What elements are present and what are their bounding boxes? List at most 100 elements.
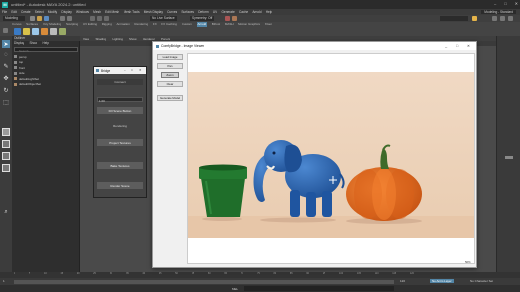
symmetry-select[interactable]: Symmetry: Off [190,16,215,21]
menu-display[interactable]: Display [61,10,71,14]
snap-grid-icon[interactable] [90,16,95,21]
scale-icon[interactable]: ⬚ [2,98,10,106]
menu-deform[interactable]: Deform [198,10,208,14]
channel-box-icon[interactable] [508,16,513,21]
shelf-tab-uv-editing[interactable]: UV Editing [83,22,97,27]
menu-create[interactable]: Create [21,10,31,14]
sign-in-field[interactable] [440,16,468,21]
shelf-tab-surfaces[interactable]: Surfaces [26,22,38,27]
image-canvas[interactable] [187,53,475,264]
minimize-button[interactable]: – [494,1,496,8]
arnold-flush-cache-icon[interactable] [59,28,66,35]
shelf-tab-mash[interactable]: MASH [225,22,234,27]
range-end[interactable]: 120 [400,279,405,283]
viewport-menu-show[interactable]: Show [129,37,137,41]
menu-generate[interactable]: Generate [221,10,234,14]
move-icon[interactable]: ✥ [2,74,10,82]
menu-edit[interactable]: Edit [11,10,17,14]
generate-model-button[interactable]: Generate Model [157,95,183,101]
tool-settings-icon[interactable] [505,156,513,159]
arnold-mesh-light-icon[interactable] [41,28,48,35]
menu-curves[interactable]: Curves [167,10,177,14]
viewport-menu-shading[interactable]: Shading [95,37,106,41]
command-input[interactable] [244,286,394,291]
load-image-button[interactable]: Load Image [157,54,183,60]
clear-button[interactable]: Clear [157,81,183,87]
maximize-button[interactable]: □ [504,1,506,8]
viewer-maximize-button[interactable]: □ [456,44,458,48]
shelf-tab-curves[interactable]: Curves [12,22,22,27]
menu-windows[interactable]: Windows [76,10,89,14]
shelf-tab-arnold[interactable]: Arnold [196,22,208,27]
modeling-toolkit-icon[interactable] [492,16,497,21]
menu-mesh-tools[interactable]: Mesh Tools [124,10,140,14]
range-bar[interactable] [14,279,394,284]
render-scene-button[interactable]: Render Scene [97,182,143,189]
user-icon[interactable] [472,16,477,21]
ipr-render-icon[interactable] [232,16,237,21]
select-arrow-icon[interactable]: ➤ [2,40,10,48]
select-object-icon[interactable] [67,16,72,21]
shelf-tab-fx-caching[interactable]: FX Caching [161,22,177,27]
outliner-menu-show[interactable]: Show [29,41,37,46]
lasso-icon[interactable]: ◌ [2,51,10,59]
open-scene-icon[interactable] [37,16,42,21]
viewport-menu-renderer[interactable]: Renderer [143,37,156,41]
pan-button[interactable]: Pan [157,63,183,69]
shelf-tab-bifrost[interactable]: Bifrost [212,22,221,27]
attribute-editor-icon[interactable] [500,16,505,21]
viewer-close-button[interactable]: ✕ [467,44,470,48]
snap-point-icon[interactable] [104,16,109,21]
project-textures-button[interactable]: Project Textures [97,139,143,146]
outliner-menu-display[interactable]: Display [14,41,24,46]
bridge-minimize-button[interactable]: – [124,68,126,72]
new-scene-icon[interactable] [30,16,35,21]
layout-single-icon[interactable] [2,128,10,136]
arnold-photometric-icon[interactable] [50,28,57,35]
shelf-tab-animation[interactable]: Animation [116,22,129,27]
snap-curve-icon[interactable] [97,16,102,21]
menu-cache[interactable]: Cache [239,10,248,14]
viewport-menu-panels[interactable]: Panels [161,37,170,41]
shelf-gear-icon[interactable] [3,28,8,33]
bridge-close-button[interactable]: ✕ [139,68,142,72]
bridge-input[interactable]: 1.00 [97,97,143,103]
zoom-button[interactable]: Zoom [161,72,179,78]
menu-uv[interactable]: UV [213,10,217,14]
rotate-icon[interactable]: ↻ [2,86,10,94]
menu-select[interactable]: Select [35,10,44,14]
viewer-minimize-button[interactable]: – [445,44,447,49]
menu-surfaces[interactable]: Surfaces [181,10,194,14]
shelf-tab-rigging[interactable]: Rigging [102,22,112,27]
workspace-select[interactable]: Modeling - Standard [481,10,516,14]
shelf-tab-xgen[interactable]: XGen [265,22,273,27]
viewport-menu-view[interactable]: View [83,37,89,41]
shelf-tab-custom[interactable]: Custom [182,22,192,27]
arnold-area-light-icon[interactable] [23,28,30,35]
bridge-maximize-button[interactable]: □ [131,68,133,72]
shelf-tab-motion-graphics[interactable]: Motion Graphics [238,22,260,27]
shelf-tab-fx[interactable]: FX [153,22,157,27]
live-surface-select[interactable]: No Live Surface [150,16,177,21]
shelf-tab-rendering[interactable]: Rendering [134,22,148,27]
menu-file[interactable]: File [2,10,7,14]
select-hierarchy-icon[interactable] [60,16,65,21]
menu-mesh-display[interactable]: Mesh Display [144,10,163,14]
character-set-select[interactable]: No Character Set [470,279,493,283]
close-button[interactable]: ✕ [515,1,518,8]
outliner-search-field[interactable]: Search... [14,47,78,53]
paint-select-icon[interactable]: ✎ [2,62,10,70]
arnold-skydome-icon[interactable] [32,28,39,35]
list-item[interactable]: defaultObjectSet [14,82,78,88]
menu-edit-mesh[interactable]: Edit Mesh [105,10,119,14]
command-mode[interactable]: MEL [232,287,238,291]
layout-two-icon[interactable] [2,152,10,160]
menu-arnold[interactable]: Arnold [252,10,261,14]
arnold-render-view-icon[interactable] [14,28,21,35]
mode-select[interactable]: Modeling [3,16,25,21]
render-icon[interactable] [225,16,230,21]
layout-four-icon[interactable] [2,140,10,148]
viewport-menu-lighting[interactable]: Lighting [112,37,123,41]
menu-modify[interactable]: Modify [48,10,57,14]
range-start[interactable]: 1 [3,279,5,283]
